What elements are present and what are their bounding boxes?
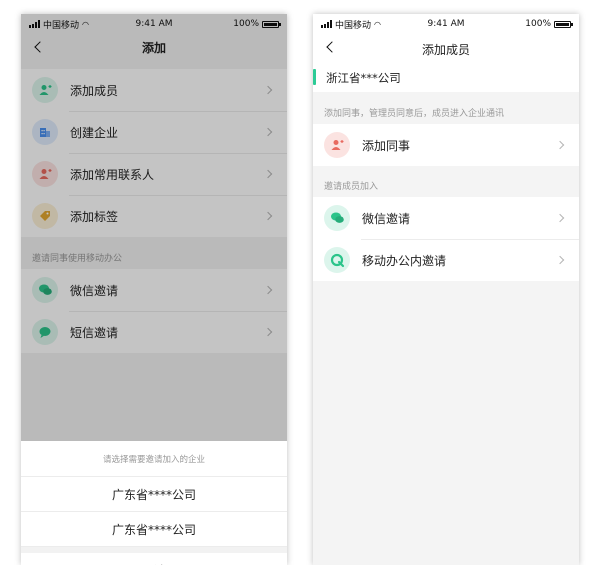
phone-screen-add: 中国移动 ◠ 9:41 AM 100% 添加 添加成员 创建企业 添加常用联系人… [21,14,287,565]
wifi-icon: ◠ [374,19,381,29]
page-title: 添加成员 [421,42,470,57]
chevron-right-icon [555,213,565,223]
status-bar: 中国移动 ◠ 9:41 AM 100% [313,14,579,34]
item-label: 移动办公内邀请 [362,253,447,268]
wechat-icon [324,205,350,231]
item-label: 添加同事 [362,138,411,153]
chevron-right-icon [555,140,565,150]
sheet-hint: 请选择需要邀请加入的企业 [21,441,287,477]
signal-icon [321,20,332,28]
battery-icon [554,20,573,28]
company-option[interactable]: 广东省****公司 [21,477,287,512]
section-title: 邀请成员加入 [324,182,379,192]
mobile-office-icon [324,247,350,273]
invite-list: 微信邀请 移动办公内邀请 [313,197,579,281]
battery-label: 100% [525,19,551,29]
section-title: 添加同事，管理员同意后，成员进入企业通讯 [324,109,505,119]
company-name: 浙江省***公司 [313,64,579,92]
add-colleague-icon [324,132,350,158]
nav-bar: 添加成员 [313,34,579,64]
carrier-label: 中国移动 [335,20,372,31]
add-colleague-item[interactable]: 添加同事 [313,124,579,166]
company-select-sheet: 请选择需要邀请加入的企业 广东省****公司 广东省****公司 取消 [21,441,287,565]
item-label: 微信邀请 [362,211,411,226]
colleague-list: 添加同事 [313,124,579,166]
mobile-office-invite-item[interactable]: 移动办公内邀请 [313,239,579,281]
chevron-right-icon [555,255,565,265]
company-option[interactable]: 广东省****公司 [21,512,287,547]
phone-screen-add-member: 中国移动 ◠ 9:41 AM 100% 添加成员 浙江省***公司 添加同事，管… [313,14,579,565]
cancel-button[interactable]: 取消 [21,553,287,565]
back-button[interactable] [323,38,341,56]
wechat-invite-item[interactable]: 微信邀请 [313,197,579,239]
